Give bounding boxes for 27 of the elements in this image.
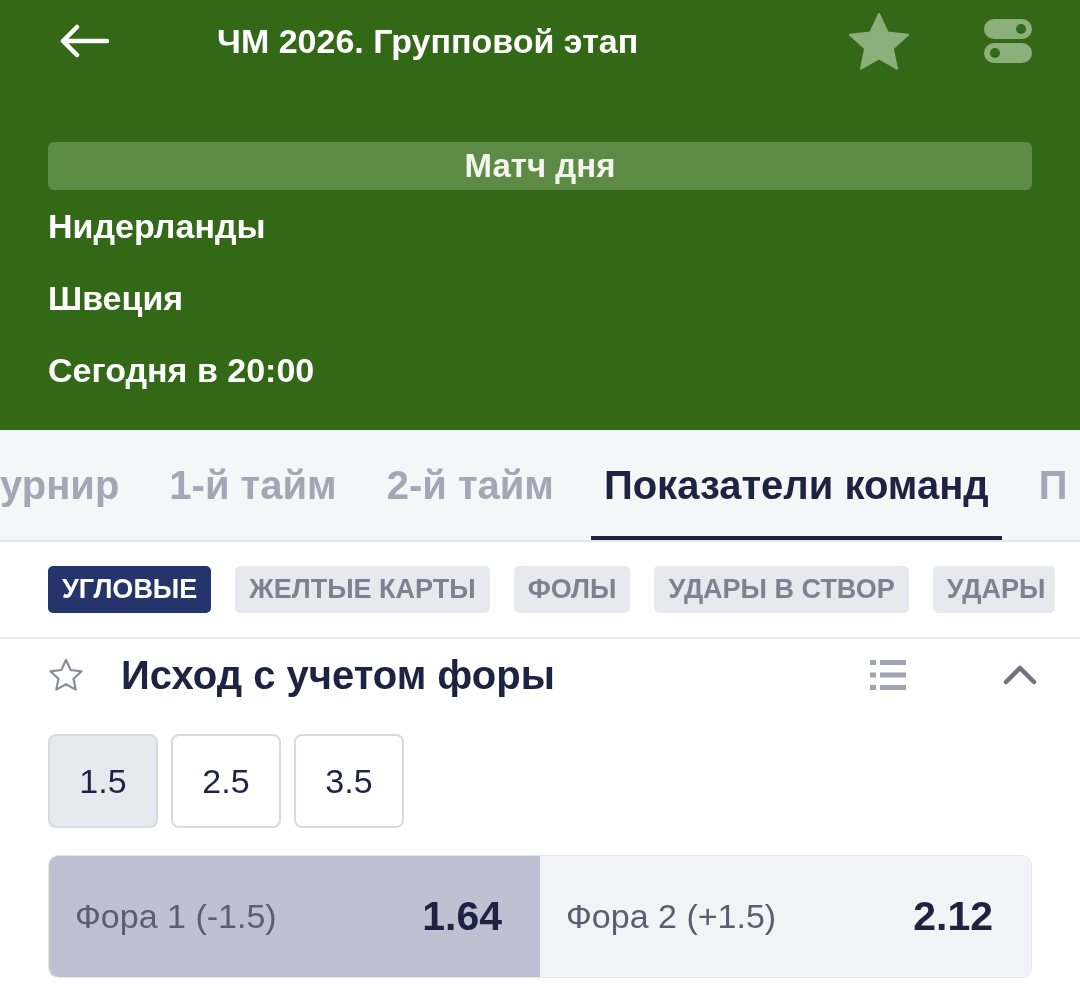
- handicap-line-button[interactable]: 1.5: [48, 734, 158, 828]
- handicap-line-button[interactable]: 2.5: [171, 734, 281, 828]
- tab[interactable]: Показатели команд: [590, 430, 1002, 540]
- page-title: ЧМ 2026. Групповой этап: [217, 21, 640, 61]
- tab[interactable]: урнир: [0, 430, 133, 540]
- category-tab[interactable]: УГЛОВЫЕ: [48, 566, 212, 613]
- tab[interactable]: П: [1025, 430, 1068, 540]
- match-of-day-banner: Матч дня: [48, 142, 1032, 190]
- category-tab[interactable]: УДАРЫ В СТВОР: [654, 566, 909, 613]
- chevron-up-icon[interactable]: [1003, 665, 1037, 685]
- category-tab[interactable]: ФОЛЫ: [513, 566, 631, 613]
- team-name: Нидерланды: [48, 206, 266, 246]
- category-tab[interactable]: ЖЕЛТЫЕ КАРТЫ: [235, 566, 490, 613]
- star-icon[interactable]: [48, 658, 84, 692]
- toggles-icon[interactable]: [984, 19, 1032, 63]
- back-arrow-icon[interactable]: [59, 24, 109, 58]
- team-name: Швеция: [48, 278, 184, 318]
- list-icon[interactable]: [870, 659, 906, 691]
- tab[interactable]: 1-й тайм: [156, 430, 350, 540]
- odds-button[interactable]: Фора 1 (-1.5) 1.64: [49, 856, 540, 977]
- tab[interactable]: 2-й тайм: [373, 430, 567, 540]
- match-time: Сегодня в 20:00: [48, 350, 315, 390]
- odds-button[interactable]: Фора 2 (+1.5) 2.12: [540, 856, 1031, 977]
- star-icon[interactable]: [848, 12, 910, 70]
- category-tab[interactable]: УДАРЫ: [932, 566, 1056, 613]
- market-title: Исход с учетом форы: [121, 652, 556, 698]
- handicap-line-button[interactable]: 3.5: [294, 734, 404, 828]
